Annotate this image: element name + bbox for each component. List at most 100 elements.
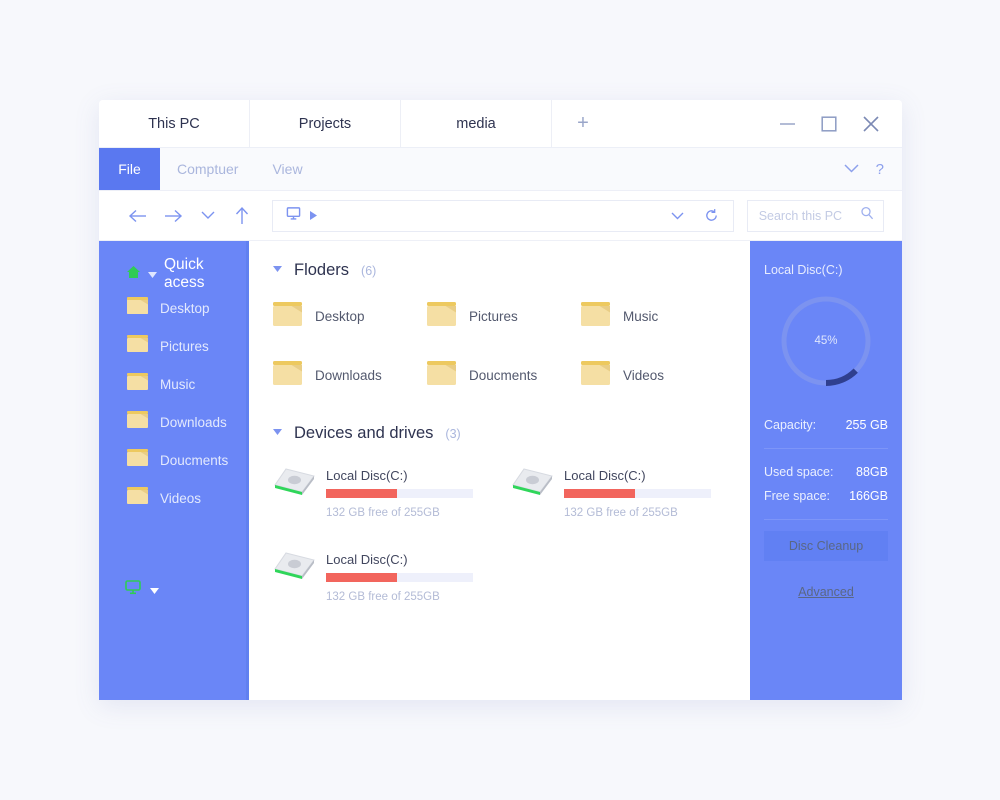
folder-name: Videos bbox=[623, 368, 665, 383]
back-button[interactable] bbox=[121, 201, 156, 231]
disc-cleanup-label: Disc Cleanup bbox=[788, 539, 864, 553]
advanced-link[interactable]: Advanced bbox=[764, 585, 888, 599]
drive-usage-bar bbox=[326, 489, 473, 498]
sidebar: Quick acess Desktop Pictures Music Downl… bbox=[99, 241, 249, 700]
drive-item[interactable]: Local Disc(C:) 132 GB free of 255GB bbox=[273, 549, 511, 603]
tab-media[interactable]: media bbox=[401, 100, 552, 147]
maximize-button[interactable] bbox=[818, 113, 840, 135]
caret-down-icon[interactable] bbox=[273, 259, 282, 277]
ribbon-tab-label: File bbox=[118, 161, 141, 177]
tab-projects[interactable]: Projects bbox=[250, 100, 401, 147]
address-dropdown-button[interactable] bbox=[665, 203, 691, 229]
folder-icon bbox=[427, 361, 456, 390]
arrow-left-icon bbox=[129, 209, 147, 222]
folder-icon bbox=[127, 411, 148, 433]
sidebar-item-label: Downloads bbox=[160, 414, 227, 430]
sidebar-item-label: Videos bbox=[160, 490, 202, 506]
free-space-label: Free space: bbox=[764, 489, 831, 503]
sidebar-quick-access-header[interactable]: Quick acess bbox=[99, 256, 246, 291]
section-title: Floders bbox=[294, 261, 350, 279]
folder-icon bbox=[127, 449, 148, 471]
folder-item[interactable]: Pictures bbox=[427, 302, 581, 331]
folder-name: Downloads bbox=[315, 368, 382, 383]
used-space-value: 88GB bbox=[856, 465, 888, 479]
minimize-icon bbox=[779, 122, 795, 125]
sidebar-item-this-pc[interactable] bbox=[125, 580, 159, 600]
folder-icon bbox=[581, 302, 610, 331]
capacity-label: Capacity: bbox=[764, 418, 817, 432]
sidebar-item-desktop[interactable]: Desktop bbox=[99, 289, 246, 327]
drives-section-header[interactable]: Devices and drives (3) bbox=[273, 424, 750, 443]
search-input[interactable]: Search this PC bbox=[759, 209, 860, 223]
minimize-button[interactable] bbox=[776, 113, 798, 135]
close-button[interactable] bbox=[860, 113, 882, 135]
arrow-right-icon bbox=[165, 209, 183, 222]
capacity-row: Capacity: 255 GB bbox=[764, 413, 888, 437]
chevron-down-icon[interactable] bbox=[844, 160, 859, 178]
free-space-row: Free space: 166GB bbox=[764, 484, 888, 508]
ribbon-tab-file[interactable]: File bbox=[99, 148, 160, 190]
search-box[interactable]: Search this PC bbox=[746, 199, 884, 232]
tab-label: This PC bbox=[148, 115, 200, 132]
folder-item[interactable]: Downloads bbox=[273, 361, 427, 390]
drive-free-text: 132 GB free of 255GB bbox=[564, 507, 678, 519]
tab-this-pc[interactable]: This PC bbox=[99, 100, 250, 147]
drive-item[interactable]: Local Disc(C:) 132 GB free of 255GB bbox=[511, 465, 749, 519]
divider bbox=[764, 519, 888, 520]
monitor-icon bbox=[286, 206, 301, 226]
caret-down-icon[interactable] bbox=[273, 422, 282, 440]
folder-icon bbox=[127, 487, 148, 509]
disk-usage-chart: 45% bbox=[764, 291, 888, 391]
drives-grid: Local Disc(C:) 132 GB free of 255GB Loca… bbox=[273, 465, 750, 603]
plus-icon: + bbox=[577, 112, 589, 134]
divider bbox=[764, 448, 888, 449]
drive-free-text: 132 GB free of 255GB bbox=[326, 591, 440, 603]
disc-cleanup-button[interactable]: Disc Cleanup bbox=[764, 531, 888, 561]
caret-down-icon[interactable] bbox=[150, 581, 159, 599]
section-count: (6) bbox=[361, 264, 377, 278]
forward-button[interactable] bbox=[156, 201, 191, 231]
disk-icon bbox=[273, 549, 315, 587]
folder-icon bbox=[273, 302, 302, 331]
maximize-icon bbox=[821, 115, 837, 132]
sidebar-item-videos[interactable]: Videos bbox=[99, 479, 246, 517]
folder-icon bbox=[427, 302, 456, 331]
ribbon-tab-view[interactable]: View bbox=[255, 148, 319, 190]
sidebar-item-documents[interactable]: Doucments bbox=[99, 441, 246, 479]
folder-item[interactable]: Doucments bbox=[427, 361, 581, 390]
help-button[interactable]: ? bbox=[876, 161, 884, 178]
donut-chart: 45% bbox=[776, 291, 876, 391]
ribbon-actions: ? bbox=[844, 148, 902, 190]
address-bar[interactable] bbox=[271, 199, 734, 232]
breadcrumb[interactable] bbox=[286, 206, 317, 226]
folder-name: Music bbox=[623, 309, 659, 324]
caret-down-icon[interactable] bbox=[148, 265, 157, 283]
folder-item[interactable]: Music bbox=[581, 302, 735, 331]
folder-icon bbox=[273, 361, 302, 390]
refresh-button[interactable] bbox=[699, 203, 725, 229]
sidebar-item-pictures[interactable]: Pictures bbox=[99, 327, 246, 365]
drive-name: Local Disc(C:) bbox=[326, 468, 408, 483]
used-space-row: Used space: 88GB bbox=[764, 460, 888, 484]
drive-free-text: 132 GB free of 255GB bbox=[326, 507, 440, 519]
title-bar: This PC Projects media + bbox=[99, 100, 902, 148]
up-button[interactable] bbox=[225, 201, 260, 231]
sidebar-item-downloads[interactable]: Downloads bbox=[99, 403, 246, 441]
folders-section-header[interactable]: Floders (6) bbox=[273, 261, 750, 280]
disk-icon bbox=[511, 465, 553, 503]
sidebar-item-music[interactable]: Music bbox=[99, 365, 246, 403]
folders-grid: Desktop Pictures Music Downloads Doucmen… bbox=[273, 302, 750, 390]
drive-item[interactable]: Local Disc(C:) 132 GB free of 255GB bbox=[273, 465, 511, 519]
chevron-down-icon bbox=[201, 211, 215, 219]
recent-locations-button[interactable] bbox=[190, 201, 225, 231]
ribbon-tab-computer[interactable]: Comptuer bbox=[160, 148, 255, 190]
new-tab-button[interactable]: + bbox=[552, 100, 614, 147]
drive-info: Local Disc(C:) 132 GB free of 255GB bbox=[326, 549, 500, 603]
folder-item[interactable]: Videos bbox=[581, 361, 735, 390]
monitor-icon bbox=[125, 580, 141, 600]
folder-icon bbox=[127, 335, 148, 357]
ribbon-tab-label: Comptuer bbox=[177, 161, 239, 177]
file-explorer-window: This PC Projects media + File Comptuer V… bbox=[99, 100, 902, 700]
free-space-value: 166GB bbox=[849, 489, 888, 503]
folder-item[interactable]: Desktop bbox=[273, 302, 427, 331]
